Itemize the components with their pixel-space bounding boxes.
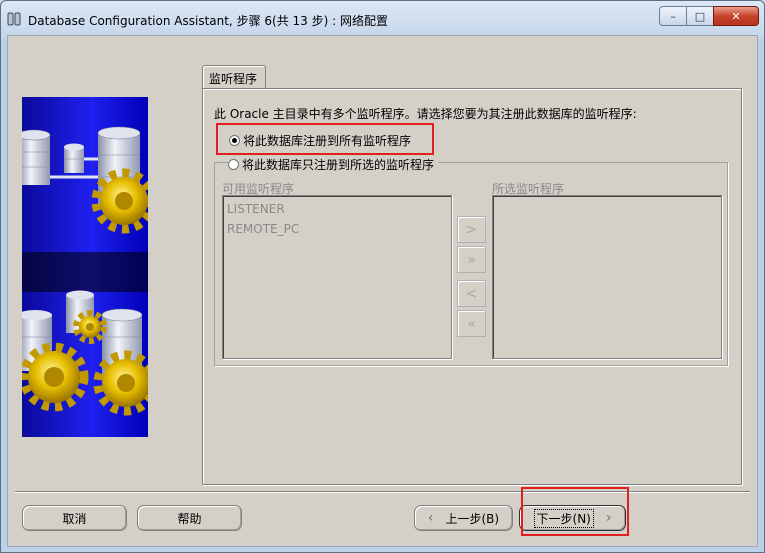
list-item[interactable]: LISTENER xyxy=(227,202,285,216)
chevron-left-icon: ‹ xyxy=(427,510,434,526)
radio-all-listeners-label: 将此数据库注册到所有监听程序 xyxy=(243,134,412,148)
cancel-button-label: 取消 xyxy=(62,511,87,526)
selected-listeners-list[interactable] xyxy=(492,195,722,359)
radio-selected-listeners-label: 将此数据库只注册到所选的监听程序 xyxy=(242,158,435,172)
tab-label: 监听程序 xyxy=(209,72,258,86)
instruction-text: 此 Oracle 主目录中有多个监听程序。请选择您要为其注册此数据库的监听程序: xyxy=(214,107,637,121)
tab-listeners[interactable]: 监听程序 xyxy=(202,65,266,88)
list-item[interactable]: REMOTE_PC xyxy=(227,222,299,236)
footer-divider xyxy=(15,491,750,493)
database-app-icon xyxy=(7,12,21,26)
close-button[interactable]: ✕ xyxy=(713,6,759,26)
help-button[interactable]: 帮助 xyxy=(137,505,242,531)
radio-dot-selected[interactable] xyxy=(229,135,240,146)
add-all-listeners-button[interactable]: » xyxy=(457,246,486,273)
add-listener-button[interactable]: > xyxy=(457,216,486,243)
available-listeners-list[interactable]: LISTENER REMOTE_PC xyxy=(222,195,452,359)
back-button-label: 上一步(B) xyxy=(445,511,500,526)
title-bar: Database Configuration Assistant, 步骤 6(共… xyxy=(0,0,765,36)
maximize-button[interactable]: □ xyxy=(686,6,713,26)
back-button[interactable]: ‹ 上一步(B) xyxy=(414,505,513,531)
radio-selected-listeners[interactable]: 将此数据库只注册到所选的监听程序 xyxy=(228,156,439,173)
radio-all-listeners[interactable]: 将此数据库注册到所有监听程序 xyxy=(229,132,411,149)
remove-listener-button[interactable]: < xyxy=(457,280,486,307)
database-gears-illustration xyxy=(22,97,148,437)
cancel-button[interactable]: 取消 xyxy=(22,505,127,531)
remove-all-listeners-button[interactable]: « xyxy=(457,310,486,337)
client-area: 监听程序 此 Oracle 主目录中有多个监听程序。请选择您要为其注册此数据库的… xyxy=(7,35,758,547)
help-button-label: 帮助 xyxy=(177,511,202,526)
radio-dot-unselected[interactable] xyxy=(228,159,239,170)
minimize-button[interactable]: – xyxy=(659,6,686,26)
highlight-box-next xyxy=(521,487,629,536)
window-title: Database Configuration Assistant, 步骤 6(共… xyxy=(28,14,388,28)
